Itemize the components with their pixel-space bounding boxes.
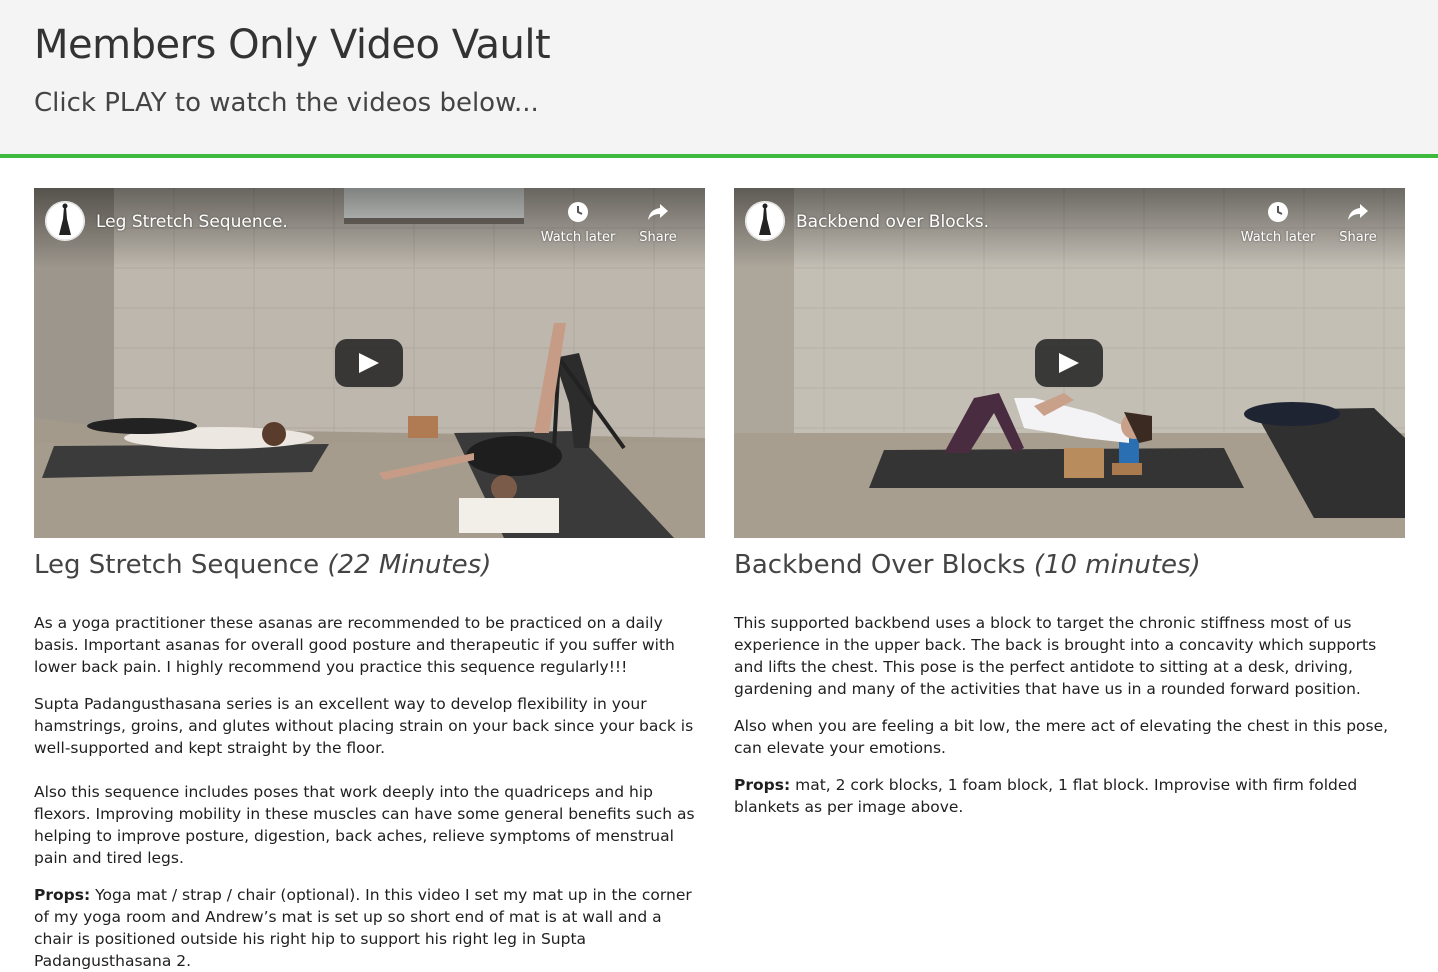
video-description: This supported backbend uses a block to … (734, 612, 1405, 818)
watch-later-button[interactable]: Watch later (1238, 200, 1318, 245)
watch-later-label: Watch later (540, 230, 616, 245)
video-duration: (10 minutes) (1033, 550, 1201, 580)
video-heading-text: Backbend Over Blocks (734, 550, 1026, 580)
props-text: mat, 2 cork blocks, 1 foam block, 1 flat… (734, 776, 1358, 816)
description-paragraph: Also when you are feeling a bit low, the… (734, 717, 1389, 757)
description-paragraph: Also this sequence includes poses that w… (34, 783, 695, 867)
page-subtitle: Click PLAY to watch the videos below... (34, 88, 539, 118)
video-player[interactable]: Leg Stretch Sequence. Watch later Share (34, 188, 705, 538)
props-label: Props: (34, 886, 91, 904)
watch-later-button[interactable]: Watch later (538, 200, 618, 245)
description-paragraph: This supported backbend uses a block to … (734, 614, 1377, 698)
props-paragraph: Props: Yoga mat / strap / chair (optiona… (34, 884, 705, 972)
share-label: Share (1339, 230, 1377, 245)
video-title[interactable]: Leg Stretch Sequence. (96, 212, 288, 232)
play-button[interactable] (335, 339, 403, 387)
video-heading: Backbend Over Blocks (10 minutes) (734, 550, 1405, 580)
clock-icon (568, 202, 588, 222)
clock-icon (1268, 202, 1288, 222)
share-button[interactable]: Share (618, 200, 698, 245)
play-button[interactable] (1035, 339, 1103, 387)
description-paragraph: Supta Padangusthasana series is an excel… (34, 695, 694, 757)
watch-later-label: Watch later (1240, 230, 1316, 245)
video-duration: (22 Minutes) (327, 550, 492, 580)
play-icon (359, 353, 379, 373)
props-text: Yoga mat / strap / chair (optional). In … (34, 886, 692, 970)
props-label: Props: (734, 776, 791, 794)
video-card-leg-stretch: Leg Stretch Sequence. Watch later Share (34, 188, 705, 972)
description-paragraph: As a yoga practitioner these asanas are … (34, 614, 675, 676)
page-title: Members Only Video Vault (34, 22, 551, 68)
video-description: As a yoga practitioner these asanas are … (34, 612, 705, 972)
share-arrow-icon (1348, 204, 1368, 220)
channel-avatar[interactable] (745, 201, 785, 241)
share-arrow-icon (648, 204, 668, 220)
page-header: Members Only Video Vault Click PLAY to w… (0, 0, 1438, 158)
share-button[interactable]: Share (1318, 200, 1398, 245)
video-heading: Leg Stretch Sequence (22 Minutes) (34, 550, 705, 580)
props-paragraph: Props: mat, 2 cork blocks, 1 foam block,… (734, 774, 1405, 818)
video-player[interactable]: Backbend over Blocks. Watch later Share (734, 188, 1405, 538)
share-label: Share (639, 230, 677, 245)
video-card-backbend: Backbend over Blocks. Watch later Share (734, 188, 1405, 818)
play-icon (1059, 353, 1079, 373)
channel-avatar[interactable] (45, 201, 85, 241)
video-title[interactable]: Backbend over Blocks. (796, 212, 989, 232)
video-heading-text: Leg Stretch Sequence (34, 550, 320, 580)
